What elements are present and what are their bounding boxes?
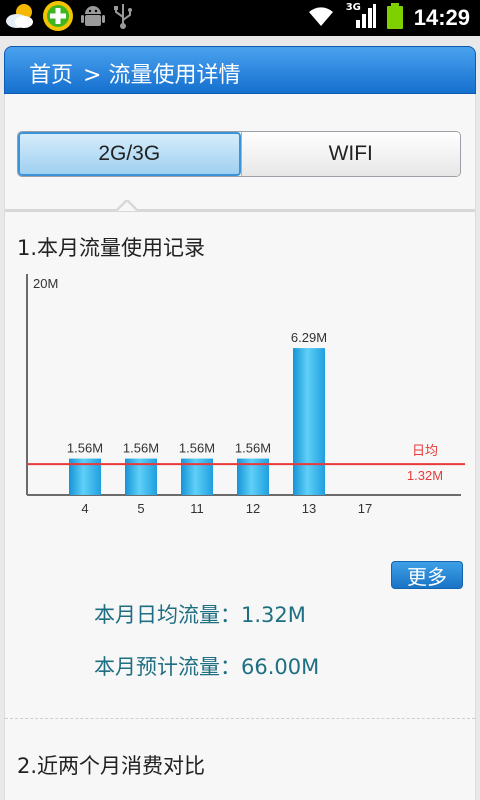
chart-bar-value-label: 1.56M (179, 441, 215, 456)
android-debug-icon (80, 2, 106, 34)
forecast-stat: 本月预计流量：66.00M (94, 655, 320, 679)
status-bar: 3G 14:29 (0, 0, 480, 36)
app-screen: 首页 > 流量使用详情 2G/3G WIFI 1.本月流量使用记录 20M 1.5… (0, 36, 480, 800)
tab-wifi[interactable]: WIFI (240, 132, 460, 176)
more-button[interactable]: 更多 (391, 561, 463, 589)
usb-icon (112, 2, 134, 34)
chart-x-tick-label: 5 (137, 501, 144, 516)
section-2-title: 2.近两个月消费对比 (17, 754, 206, 778)
chart-x-tick-label: 13 (302, 501, 316, 516)
clock: 14:29 (413, 5, 470, 30)
chart-y-max-label: 20M (33, 276, 58, 291)
breadcrumb-home[interactable]: 首页 (29, 57, 73, 89)
wifi-icon (306, 4, 336, 32)
chart-bar-value-label: 6.29M (291, 330, 327, 345)
chart-x-tick-label: 17 (358, 501, 372, 516)
content-panel: 2G/3G WIFI 1.本月流量使用记录 20M 1.56M 4 1.56M 5 1.5… (4, 94, 476, 800)
dashed-divider (5, 718, 475, 719)
tab-pointer-icon (116, 200, 138, 212)
section-1-title: 1.本月流量使用记录 (17, 236, 206, 260)
chart-average-value: 1.32M (407, 468, 443, 483)
breadcrumb-current: > 流量使用详情 (83, 63, 241, 88)
signal-icon: 3G (346, 2, 376, 34)
breadcrumb: 首页 > 流量使用详情 (29, 57, 240, 89)
battery-icon (386, 2, 404, 34)
network-type-label: 3G (345, 2, 361, 13)
chart-bar-value-label: 1.56M (67, 441, 103, 456)
chart-x-tick-label: 12 (246, 501, 260, 516)
daily-average-stat: 本月日均流量：1.32M (94, 603, 306, 627)
chart-x-tick-label: 11 (190, 501, 204, 516)
add-app-icon (42, 0, 74, 36)
section-divider (5, 209, 475, 212)
chart-x-tick-label: 4 (81, 501, 88, 516)
chart-average-label: 日均 (412, 444, 438, 459)
page-header: 首页 > 流量使用详情 (4, 46, 476, 94)
network-tabs: 2G/3G WIFI (17, 131, 461, 177)
weather-icon (4, 1, 36, 35)
chart-bar (293, 348, 325, 495)
chart-bar-value-label: 1.56M (235, 441, 271, 456)
tab-2g3g[interactable]: 2G/3G (18, 132, 241, 176)
usage-bar-chart: 20M 1.56M 4 1.56M 5 1.56M 11 1.56M 12 6.29M 13 17 日均… (26, 274, 465, 516)
chart-bar-value-label: 1.56M (123, 441, 159, 456)
